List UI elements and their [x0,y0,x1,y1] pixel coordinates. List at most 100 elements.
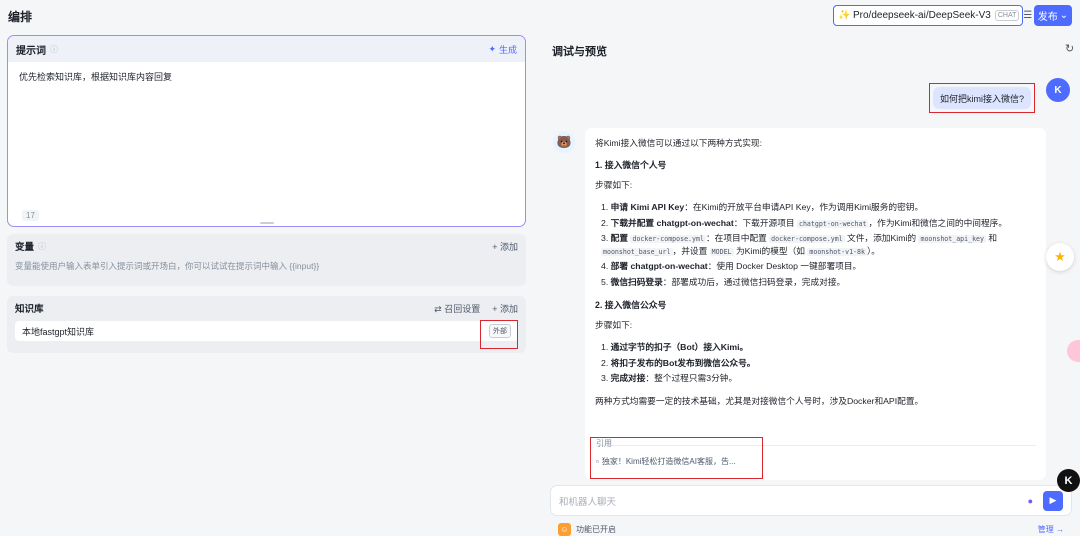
knowledge-item[interactable]: 本地fastgpt知识库 外部 [15,321,518,341]
step-text: 和 [986,233,998,244]
top-bar: 编排 ✨ Pro/deepseek-ai/DeepSeek-V3 CHAT ☰ … [0,0,1080,32]
feature-status: ☺ 功能已开启 [558,522,616,536]
answer-step-list: 1. 申请 Kimi API Key：在Kimi的开放平台申请API Key，作… [595,201,1036,289]
prompt-label-text: 提示词 [16,45,46,57]
step-number: 1. [601,341,609,352]
step-text: ）。 [866,245,880,256]
model-name: Pro/deepseek-ai/DeepSeek-V3 [853,10,991,21]
bot-avatar-icon: 🐻 [553,131,575,153]
model-tag: CHAT [994,10,1020,21]
knowledge-section: 知识库 ⇄ 召回设置 + 添加 本地fastgpt知识库 外部 [7,296,526,353]
model-selector[interactable]: ✨ Pro/deepseek-ai/DeepSeek-V3 CHAT ☰ [833,5,1032,26]
prompt-card: 提示词 ⓘ ✦ 生成 优先检索知识库，根据知识库内容回复 17 [7,35,526,227]
answer-step: 5. 微信扫码登录：部署成功后，通过微信扫码登录，完成对接。 [601,276,1036,289]
step-title: 下载并配置 chatgpt-on-wechat [610,217,734,228]
answer-summary: 两种方式均需要一定的技术基础，尤其是对接微信个人号时，涉及Docker和API配… [595,395,924,406]
answer-step: 2. 下载并配置 chatgpt-on-wechat：下载开源项目 chatgp… [601,217,1036,230]
inline-code: docker-compose.yml [769,235,845,244]
step-title: 通过字节的扣子（Bot）接入Kimi。 [610,341,749,352]
step-number: 3. [601,233,609,244]
answer-step: 1. 申请 Kimi API Key：在Kimi的开放平台申请API Key，作… [601,201,1036,214]
variables-title: 变量 ⓘ [15,239,46,254]
inline-code: moonshot_api_key [918,235,987,244]
inline-code: moonshot-v1-8k [807,247,867,256]
feature-icon: ☺ [558,522,571,536]
publish-button[interactable]: 发布 ⌄ [1034,5,1072,26]
settings-icon: ⇄ [434,303,442,314]
inline-code: docker-compose.yml [630,235,706,244]
step-number: 2. [601,217,609,228]
answer-intro: 将Kimi接入微信可以通过以下两种方式实现: [595,138,762,148]
step-title: 完成对接 [610,373,646,384]
answer-step: 1. 通过字节的扣子（Bot）接入Kimi。 [601,341,1036,354]
step-title: 微信扫码登录 [610,277,663,288]
step-number: 3. [601,373,609,384]
highlight-box [590,437,763,479]
inline-code: chatgpt-on-wechat [796,219,869,228]
step-text: ：在Kimi的开放平台申请API Key，作为调用Kimi服务的密钥。 [684,201,924,212]
feature-bar: ☺ 功能已开启 管理 → [550,522,1072,536]
step-number: 2. [601,357,609,368]
prompt-textarea[interactable]: 优先检索知识库，根据知识库内容回复 [8,62,525,91]
model-logo-icon: ✨ [838,10,851,21]
star-icon[interactable]: ★ [1046,243,1074,271]
answer-steps-label: 步骤如下: [595,180,633,191]
knowledge-title: 知识库 [15,304,44,315]
step-text: ：在项目中配置 [705,233,770,244]
recall-settings-button[interactable]: ⇄ 召回设置 [434,302,480,315]
step-title: 部署 chatgpt-on-wechat [610,261,708,272]
answer-step: 2. 将扣子发布的Bot发布到微信公众号。 [601,357,1036,370]
ai-dot-icon[interactable]: ● [1028,496,1033,506]
step-text: ：下载开源项目 [733,217,797,228]
debug-panel: 调试与预览 ↻ K 如何把kimi接入微信? 🐻 将Kimi接入微信可以通过以下… [540,32,1080,536]
sparkle-icon: ✦ [488,43,496,54]
step-number: 4. [601,261,609,272]
refresh-icon[interactable]: ↻ [1065,42,1074,55]
answer-step: 3. 配置 docker-compose.yml ：在项目中配置 docker-c… [601,232,1036,257]
step-text: ，作为Kimi和微信之间的中间程序。 [868,217,1008,228]
prompt-char-count: 17 [22,210,39,221]
variables-label: 变量 [15,242,35,253]
variables-header: 变量 ⓘ + 添加 [7,234,526,258]
variables-description: 变量能使用户输入表单引入提示词或开场白，你可以试试在提示词中输入 {{input… [15,261,320,271]
answer-step: 4. 部署 chatgpt-on-wechat：使用 Docker Deskto… [601,260,1036,273]
sliders-icon[interactable]: ☰ [1023,10,1032,21]
answer-section-title: 2. 接入微信公众号 [595,299,667,310]
step-text: ：部署成功后，通过微信扫码登录，完成对接。 [662,277,846,288]
send-button[interactable]: ▶ [1043,490,1063,511]
knowledge-actions: ⇄ 召回设置 + 添加 [434,302,518,315]
bot-message: 将Kimi接入微信可以通过以下两种方式实现: 1. 接入微信个人号 步骤如下: … [585,128,1046,480]
resize-handle[interactable] [260,222,274,224]
knowledge-header: 知识库 ⇄ 召回设置 + 添加 [7,296,526,320]
inline-code: moonshot_base_url [601,247,673,256]
answer-section-title: 1. 接入微信个人号 [595,159,667,170]
recall-settings-label: 召回设置 [444,303,481,314]
add-variable-button[interactable]: + 添加 [492,240,518,253]
answer-step: 3. 完成对接：整个过程只需3分钟。 [601,372,1036,385]
step-text: ：使用 Docker Desktop 一键部署项目。 [707,261,862,272]
info-icon[interactable]: ⓘ [38,241,46,252]
generate-button[interactable]: ✦ 生成 [488,43,517,56]
answer-step-list: 1. 通过字节的扣子（Bot）接入Kimi。 2. 将扣子发布的Bot发布到微信… [595,341,1036,385]
add-knowledge-button[interactable]: + 添加 [492,302,518,315]
publish-label: 发布 [1037,12,1058,23]
chat-input[interactable]: 和机器人聊天 ● ▶ [550,485,1072,516]
step-text: ：整个过程只需3分钟。 [645,373,738,384]
highlight-box [929,83,1035,113]
generate-label: 生成 [498,44,517,55]
k-logo-button[interactable]: K [1057,469,1080,492]
chevron-down-icon: ⌄ [1059,10,1069,21]
step-title: 配置 [610,233,629,244]
step-title: 申请 Kimi API Key [610,201,685,212]
chat-input-placeholder: 和机器人聊天 [559,496,617,508]
prompt-label: 提示词 ⓘ [16,42,58,57]
step-title: 将扣子发布的Bot发布到微信公众号。 [610,357,756,368]
step-number: 1. [601,201,609,212]
manage-link[interactable]: 管理 → [1038,524,1064,535]
answer-steps-label: 步骤如下: [595,320,633,331]
feature-text: 功能已开启 [576,524,616,534]
info-icon[interactable]: ⓘ [50,44,58,55]
highlight-box [480,320,518,349]
user-avatar: K [1046,78,1070,102]
inline-code: MODEL [709,247,734,256]
